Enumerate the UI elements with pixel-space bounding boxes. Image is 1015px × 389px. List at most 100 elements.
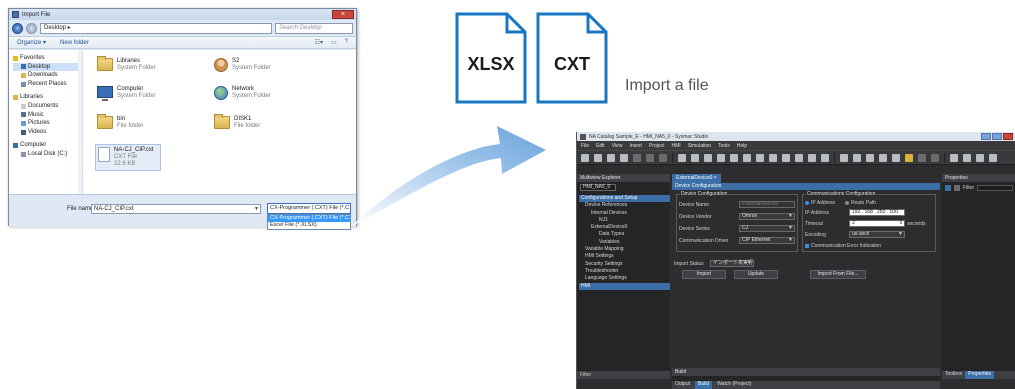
step-over-icon[interactable]: [989, 153, 997, 162]
menu-tools[interactable]: Tools: [718, 143, 730, 149]
file-type-option-cxt[interactable]: CX-Programmer (.CXT) File (*.CXT): [268, 215, 350, 222]
chevron-down-icon[interactable]: ▼: [788, 226, 793, 231]
simulation-icon[interactable]: [931, 153, 939, 162]
file-item-s2[interactable]: S2 System Folder: [214, 58, 271, 72]
tab-toolbox[interactable]: Toolbox: [942, 371, 965, 379]
preview-pane-icon[interactable]: ▭: [331, 39, 337, 46]
view-options-icon[interactable]: ☷▾: [315, 39, 323, 46]
menu-file[interactable]: File: [581, 143, 589, 149]
paste-icon[interactable]: [607, 153, 615, 162]
search-input[interactable]: Search Desktop: [275, 22, 353, 34]
distribute-icon[interactable]: [717, 153, 725, 162]
tree-nj1[interactable]: NJ1: [579, 217, 670, 224]
delete-icon[interactable]: [620, 153, 628, 162]
tab-watch-project[interactable]: Watch (Project): [714, 381, 754, 389]
stop-icon[interactable]: [918, 153, 926, 162]
chevron-down-icon[interactable]: ▼: [788, 214, 793, 219]
check-icon[interactable]: [769, 153, 777, 162]
undo-icon[interactable]: [633, 153, 641, 162]
tab-properties[interactable]: Properties: [965, 371, 995, 379]
nav-libraries[interactable]: Libraries: [13, 93, 82, 102]
tab-external-device0[interactable]: ExternalDevice0 ×: [672, 174, 721, 183]
device-name-field[interactable]: ExternalDevice0: [739, 201, 795, 208]
transfer-icon[interactable]: [659, 153, 667, 162]
tree-hmi-settings[interactable]: HMI Settings: [579, 253, 670, 260]
menu-edit[interactable]: Edit: [596, 143, 605, 149]
tree-security-settings[interactable]: Security Settings: [579, 261, 670, 268]
nav-pictures[interactable]: Pictures: [13, 119, 82, 128]
back-arrow-icon[interactable]: ‹: [12, 22, 23, 34]
warning-icon[interactable]: [905, 153, 913, 162]
tab-build[interactable]: Build: [695, 381, 713, 389]
align-center-icon[interactable]: [691, 153, 699, 162]
close-icon[interactable]: ×: [332, 10, 354, 19]
file-type-option-xlsx[interactable]: Excel File (*.XLSX): [268, 222, 350, 229]
file-name-input[interactable]: NA-CJ_CIP.cxt ▼: [91, 204, 261, 214]
build-icon[interactable]: [756, 153, 764, 162]
menu-simulation[interactable]: Simulation: [688, 143, 711, 149]
error-indication-checkbox[interactable]: Communication Error Indication: [805, 242, 881, 249]
chevron-down-icon[interactable]: ▼: [788, 238, 793, 243]
help-icon[interactable]: ?: [345, 39, 348, 46]
group-icon[interactable]: [730, 153, 738, 162]
offline-icon[interactable]: [821, 153, 829, 162]
menu-help[interactable]: Help: [737, 143, 747, 149]
file-type-select[interactable]: CX-Programmer (.CXT) File (*.C: [267, 203, 351, 214]
import-button[interactable]: Import: [682, 270, 726, 279]
nav-downloads[interactable]: Downloads: [13, 71, 82, 80]
nav-computer[interactable]: Computer: [13, 141, 82, 150]
chevron-down-icon[interactable]: ▼: [898, 232, 903, 237]
menu-insert[interactable]: Insert: [629, 143, 642, 149]
new-folder-button[interactable]: New folder: [60, 40, 89, 46]
ungroup-icon[interactable]: [743, 153, 751, 162]
zoom-fit-icon[interactable]: [879, 153, 887, 162]
breadcrumb-desktop[interactable]: Desktop: [44, 25, 66, 31]
file-item-network[interactable]: Network System Folder: [214, 86, 271, 100]
import-from-file-button[interactable]: Import From File...: [810, 270, 866, 279]
synchronize-icon[interactable]: [840, 153, 848, 162]
minimize-icon[interactable]: [981, 133, 991, 140]
communication-driver-select[interactable]: CIP Ethernet ▼: [739, 237, 795, 244]
sort-icon[interactable]: [954, 185, 960, 191]
tree-variables[interactable]: Variables: [579, 239, 670, 246]
tree-configurations-and-setup[interactable]: Configurations and Setup: [579, 195, 670, 203]
tree-internal-devices[interactable]: Internal Devices: [579, 210, 670, 217]
close-icon[interactable]: [1003, 133, 1013, 140]
nav-documents[interactable]: Documents: [13, 102, 82, 111]
tree-troubleshooter[interactable]: Troubleshooter: [579, 268, 670, 275]
step-icon[interactable]: [976, 153, 984, 162]
chevron-down-icon[interactable]: ▼: [747, 261, 752, 266]
run-icon[interactable]: [950, 153, 958, 162]
cross-reference-icon[interactable]: [795, 153, 803, 162]
nav-recent-places[interactable]: Recent Places: [13, 80, 82, 89]
breadcrumb[interactable]: Desktop ▸: [40, 22, 272, 34]
compile-icon[interactable]: [782, 153, 790, 162]
tab-output[interactable]: Output: [672, 381, 693, 389]
explorer-filter[interactable]: Filter: [577, 371, 670, 379]
categorized-icon[interactable]: [945, 185, 951, 191]
tree-external-device0[interactable]: ExternalDevice0: [579, 224, 670, 231]
tree-language-settings[interactable]: Language Settings: [579, 275, 670, 282]
tree-variable-mapping[interactable]: Variable Mapping: [579, 246, 670, 253]
section-device-configuration[interactable]: Device Configuration: [672, 183, 940, 190]
encoding-select[interactable]: us-ascii ▼: [849, 231, 905, 238]
nav-music[interactable]: Music: [13, 111, 82, 120]
device-combo[interactable]: HMI_NA5_0: [580, 184, 616, 191]
maximize-icon[interactable]: [992, 133, 1002, 140]
organize-button[interactable]: Organize ▾: [17, 39, 46, 46]
timeout-stepper[interactable]: 2 ⇕: [849, 220, 905, 227]
ip-address-input[interactable]: 192 . 168 . 250 . 100: [849, 209, 905, 216]
spinner-icon[interactable]: ⇕: [899, 221, 903, 226]
online-icon[interactable]: [808, 153, 816, 162]
zoom-out-icon[interactable]: [866, 153, 874, 162]
nav-favorites[interactable]: Favorites: [13, 54, 82, 63]
properties-filter-input[interactable]: [977, 185, 1013, 191]
cut-icon[interactable]: [581, 153, 589, 162]
forward-arrow-icon[interactable]: ›: [26, 22, 37, 34]
nav-desktop[interactable]: Desktop: [13, 62, 78, 72]
zoom-in-icon[interactable]: [853, 153, 861, 162]
route-path-radio[interactable]: Route Path: [845, 199, 876, 206]
align-right-icon[interactable]: [704, 153, 712, 162]
file-item-libraries[interactable]: Libraries System Folder: [97, 56, 156, 72]
tree-hmi[interactable]: HMI: [579, 282, 670, 290]
